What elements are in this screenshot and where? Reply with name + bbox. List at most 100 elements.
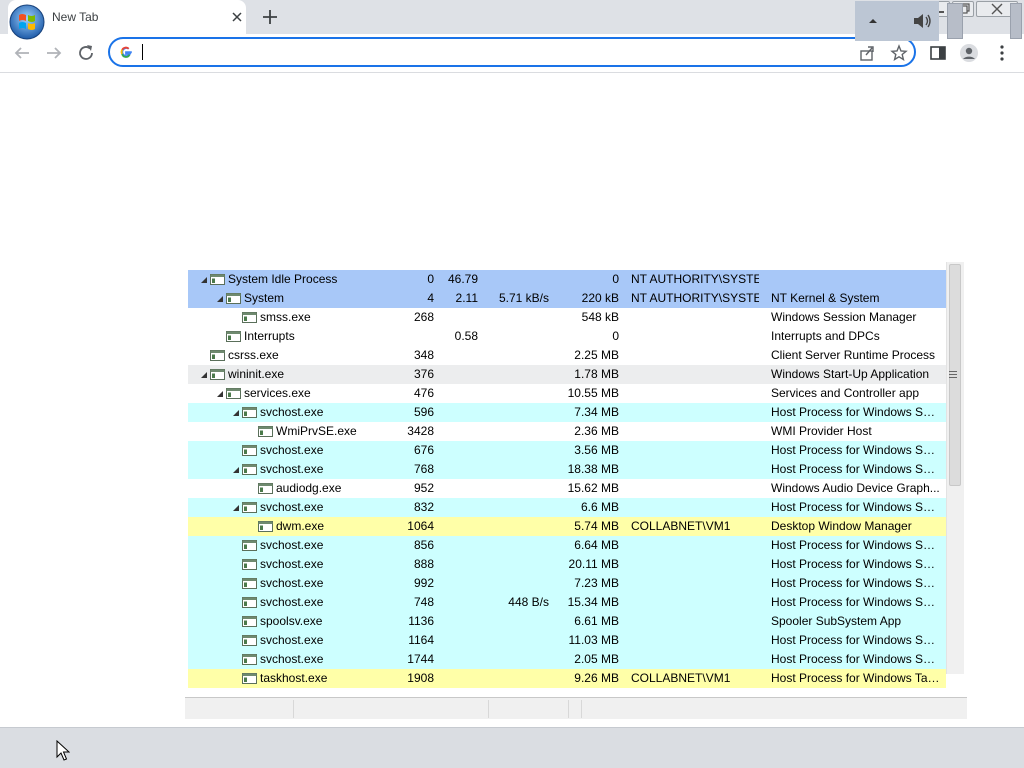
process-name: wininit.exe	[228, 367, 285, 381]
process-memory: 2.05 MB	[574, 652, 619, 666]
tree-spacer-icon	[232, 674, 242, 684]
process-window-icon	[242, 407, 257, 419]
expand-triangle-icon[interactable]	[200, 275, 210, 285]
process-user: COLLABNET\VM1	[631, 519, 731, 533]
process-pid: 888	[413, 557, 434, 571]
process-description: Host Process for Windows Ser...	[771, 576, 941, 590]
expand-triangle-icon[interactable]	[216, 294, 226, 304]
tree-spacer-icon	[232, 560, 242, 570]
process-io-rate: 448 B/s	[508, 595, 549, 609]
window-controls	[928, 1, 1020, 17]
process-window-icon	[226, 293, 241, 305]
process-name: svchost.exe	[260, 500, 324, 514]
process-name-cell: audiodg.exe	[248, 481, 341, 496]
process-row[interactable]: wininit.exe 376 1.78 MB Windows Start-Up Ap…	[188, 365, 946, 384]
process-description: Services and Controller app	[771, 386, 920, 400]
menu-kebab-icon[interactable]	[991, 42, 1013, 64]
process-name-cell: svchost.exe	[232, 576, 323, 591]
process-window-icon	[226, 331, 241, 343]
process-memory: 11.03 MB	[568, 633, 619, 647]
process-list[interactable]: System Idle Process 0 46.79 0 NT AUTHORITY\S…	[188, 262, 964, 692]
process-row[interactable]: dwm.exe 1064 5.74 MB COLLABNET\VM1 Desktop W…	[188, 517, 946, 536]
address-input[interactable]	[142, 43, 826, 63]
expand-triangle-icon[interactable]	[216, 389, 226, 399]
process-row[interactable]: System Idle Process 0 46.79 0 NT AUTHORITY\S…	[188, 270, 946, 289]
forward-arrow-icon[interactable]	[43, 42, 65, 64]
process-row[interactable]: csrss.exe 348 2.25 MB Client Server Runtime…	[188, 346, 946, 365]
bookmark-star-icon[interactable]	[890, 44, 908, 62]
process-row[interactable]: svchost.exe 768 18.38 MB Host Process for W…	[188, 460, 946, 479]
process-user: NT AUTHORITY\SYSTEM	[631, 291, 759, 305]
process-row[interactable]: svchost.exe 596 7.34 MB Host Process for Wi…	[188, 403, 946, 422]
process-row[interactable]: svchost.exe 888 20.11 MB Host Process for W…	[188, 555, 946, 574]
process-window-icon	[242, 312, 257, 324]
process-row[interactable]: svchost.exe 832 6.6 MB Host Process for Win…	[188, 498, 946, 517]
expand-triangle-icon[interactable]	[200, 370, 210, 380]
process-memory: 0	[612, 329, 619, 343]
process-row[interactable]: smss.exe 268 548 kB Windows Session Manager	[188, 308, 946, 327]
profile-avatar-icon[interactable]	[958, 42, 980, 64]
close-tab-icon[interactable]	[228, 8, 246, 26]
share-icon[interactable]	[858, 44, 876, 62]
process-name: csrss.exe	[228, 348, 279, 362]
show-hidden-icons-arrow-icon[interactable]	[866, 16, 880, 26]
show-desktop-button[interactable]	[1010, 3, 1022, 39]
process-row[interactable]: svchost.exe 748 448 B/s 15.34 MB Host Proces…	[188, 593, 946, 612]
status-divider	[581, 700, 582, 718]
process-pid: 348	[413, 348, 434, 362]
reload-icon[interactable]	[75, 42, 97, 64]
process-name: svchost.exe	[260, 443, 324, 457]
process-cpu: 46.79	[447, 272, 478, 286]
start-button-windows-icon[interactable]	[0, 1, 56, 41]
process-row[interactable]: audiodg.exe 952 15.62 MB Windows Audio Devi…	[188, 479, 946, 498]
process-name: svchost.exe	[260, 538, 324, 552]
process-row[interactable]: svchost.exe 1164 11.03 MB Host Process for …	[188, 631, 946, 650]
text-caret	[142, 44, 143, 60]
process-row[interactable]: svchost.exe 856 6.64 MB Host Process for Wi…	[188, 536, 946, 555]
tray-clock-area[interactable]	[947, 3, 963, 39]
process-row[interactable]: taskhost.exe 1908 9.26 MB COLLABNET\VM1 Host…	[188, 669, 946, 688]
status-divider	[488, 700, 489, 718]
process-window-icon	[242, 464, 257, 476]
process-description: Host Process for Windows Ser...	[771, 443, 941, 457]
process-name-cell: svchost.exe	[232, 557, 323, 572]
process-name: svchost.exe	[260, 633, 324, 647]
process-name: dwm.exe	[276, 519, 325, 533]
process-pid: 1908	[407, 671, 434, 685]
process-row[interactable]: svchost.exe 992 7.23 MB Host Process for Wi…	[188, 574, 946, 593]
process-pid: 596	[413, 405, 434, 419]
process-pid: 1164	[408, 633, 434, 647]
process-row[interactable]: svchost.exe 1744 2.05 MB Host Process for W…	[188, 650, 946, 669]
expand-triangle-icon[interactable]	[232, 465, 242, 475]
process-window-icon	[258, 483, 273, 495]
process-name-cell: Interrupts	[216, 329, 295, 344]
process-memory: 20.11 MB	[568, 557, 619, 571]
process-window-icon	[210, 369, 225, 381]
tree-spacer-icon	[248, 522, 258, 532]
process-row[interactable]: Interrupts 0.58 0 Interrupts and DPCs	[188, 327, 946, 346]
process-pid: 748	[413, 595, 434, 609]
taskbar	[0, 727, 1024, 768]
process-row[interactable]: spoolsv.exe 1136 6.61 MB Spooler SubSystem …	[188, 612, 946, 631]
process-row[interactable]: WmiPrvSE.exe 3428 2.36 MB WMI Provider Host	[188, 422, 946, 441]
new-tab-plus-icon[interactable]	[260, 7, 280, 27]
process-io-rate: 5.71 kB/s	[498, 291, 549, 305]
volume-icon[interactable]	[912, 12, 932, 30]
process-memory: 548 kB	[581, 310, 619, 324]
process-name: svchost.exe	[260, 557, 324, 571]
process-name-cell: wininit.exe	[200, 367, 284, 382]
back-arrow-icon[interactable]	[11, 42, 33, 64]
process-pid: 1136	[408, 614, 434, 628]
process-row[interactable]: svchost.exe 676 3.56 MB Host Process for Wi…	[188, 441, 946, 460]
process-row[interactable]: System 4 2.11 5.71 kB/s 220 kB NT AUTHORITY\S…	[188, 289, 946, 308]
vertical-scrollbar[interactable]	[946, 262, 964, 674]
process-description: Host Process for Windows Ser...	[771, 500, 941, 514]
google-g-icon	[120, 46, 132, 58]
expand-triangle-icon[interactable]	[232, 408, 242, 418]
expand-triangle-icon[interactable]	[232, 503, 242, 513]
process-row[interactable]: services.exe 476 10.55 MB Services and Cont…	[188, 384, 946, 403]
side-panel-icon[interactable]	[927, 42, 949, 64]
address-bar[interactable]	[108, 37, 916, 67]
process-memory: 1.78 MB	[574, 367, 619, 381]
status-bar	[185, 697, 967, 719]
